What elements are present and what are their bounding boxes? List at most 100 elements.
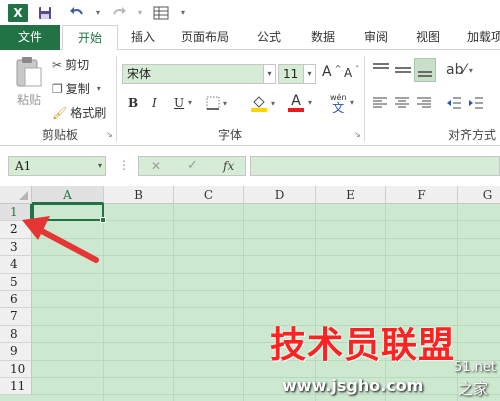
font-color-button[interactable]: A bbox=[288, 94, 304, 112]
decrease-indent-button[interactable] bbox=[446, 96, 462, 110]
redo-icon bbox=[113, 6, 126, 14]
cancel-button[interactable]: ✕ bbox=[151, 159, 161, 173]
row-header-9[interactable]: 9 bbox=[0, 343, 32, 361]
row-header-8[interactable]: 8 bbox=[0, 325, 32, 344]
underline-dropdown[interactable]: ▾ bbox=[188, 98, 192, 107]
align-left-icon bbox=[373, 97, 387, 108]
column-header-d[interactable]: D bbox=[244, 186, 316, 204]
ribbon-tabs: 文件 开始 插入 页面布局 公式 数据 审阅 视图 加载项 bbox=[0, 25, 500, 51]
phonetic-guide-button[interactable]: wén 文 bbox=[330, 92, 347, 114]
redo-dropdown[interactable]: ▾ bbox=[134, 0, 146, 25]
ribbon-panel: 粘贴 ✂ 剪切 ❐ 复制 ▾ 🖌 格式刷 剪贴板 ↘ 宋体 ▾ 11 ▾ A ^ … bbox=[0, 50, 500, 146]
caret-down-icon: ˇ bbox=[355, 64, 360, 74]
format-painter-label: 格式刷 bbox=[70, 106, 107, 120]
column-header-e[interactable]: E bbox=[316, 186, 386, 204]
align-left-button[interactable] bbox=[372, 96, 388, 110]
row-header-11[interactable]: 11 bbox=[0, 378, 32, 396]
align-top-icon bbox=[373, 63, 389, 69]
undo-dropdown[interactable]: ▾ bbox=[92, 0, 104, 25]
shrink-font-label: A bbox=[344, 66, 353, 80]
grid-row-line bbox=[32, 307, 500, 309]
paste-button[interactable]: 粘贴 bbox=[12, 56, 46, 118]
align-top-button[interactable] bbox=[372, 62, 390, 78]
form-button[interactable] bbox=[146, 0, 176, 25]
grid-column-line bbox=[385, 204, 386, 401]
undo-button[interactable] bbox=[62, 0, 92, 25]
chevron-down-icon: ▾ bbox=[271, 98, 276, 108]
enter-button[interactable]: ✓ bbox=[187, 158, 198, 173]
fill-bucket-icon bbox=[251, 96, 267, 112]
tab-file[interactable]: 文件 bbox=[0, 25, 60, 50]
splitter-handle-icon[interactable]: ⋮ bbox=[118, 158, 130, 172]
row-header-7[interactable]: 7 bbox=[0, 308, 32, 326]
row-header-6[interactable]: 6 bbox=[0, 291, 32, 309]
increase-indent-icon bbox=[469, 97, 483, 109]
increase-font-size-button[interactable]: A ^ bbox=[322, 63, 342, 81]
chevron-down-icon[interactable]: ▾ bbox=[263, 65, 275, 83]
align-middle-button[interactable] bbox=[394, 62, 412, 78]
bold-button[interactable]: B bbox=[128, 96, 138, 110]
italic-button[interactable]: I bbox=[152, 96, 157, 110]
grid-column-line bbox=[173, 204, 174, 401]
borders-button[interactable]: ▾ bbox=[206, 96, 227, 110]
alignment-group-label: 对齐方式 bbox=[448, 128, 497, 142]
tab-addins[interactable]: 加载项 bbox=[460, 25, 500, 50]
insert-function-button[interactable]: fx bbox=[223, 159, 234, 173]
cut-button[interactable]: ✂ 剪切 bbox=[52, 56, 89, 73]
align-bottom-button[interactable] bbox=[414, 58, 436, 82]
align-right-button[interactable] bbox=[416, 96, 432, 110]
clipboard-dialog-launcher-icon[interactable]: ↘ bbox=[106, 130, 113, 139]
format-painter-icon: 🖌 bbox=[52, 105, 68, 120]
copy-button[interactable]: ❐ 复制 ▾ bbox=[52, 80, 101, 97]
tab-view[interactable]: 视图 bbox=[407, 25, 449, 50]
tab-page-layout[interactable]: 页面布局 bbox=[172, 25, 238, 50]
grid-row-line bbox=[32, 290, 500, 291]
phonetic-sub-label: 文 bbox=[332, 101, 345, 115]
formula-input[interactable] bbox=[250, 156, 500, 176]
font-size-combo[interactable]: 11 ▾ bbox=[278, 64, 316, 84]
font-group-label: 字体 bbox=[217, 128, 242, 142]
copy-dropdown-arrow[interactable]: ▾ bbox=[97, 84, 101, 93]
paste-icon bbox=[16, 57, 42, 87]
tab-formulas[interactable]: 公式 bbox=[248, 25, 290, 50]
grid-column-line bbox=[315, 204, 316, 401]
chevron-down-icon[interactable]: ▾ bbox=[98, 157, 102, 175]
redo-button[interactable] bbox=[104, 0, 134, 25]
formula-bar: A1 ▾ ⋮ ✕ ✓ fx bbox=[0, 146, 500, 186]
column-header-g[interactable]: G bbox=[458, 186, 500, 204]
watermark-extra: 51.net bbox=[454, 360, 497, 375]
font-name-combo[interactable]: 宋体 ▾ bbox=[122, 64, 276, 84]
formula-buttons: ✕ ✓ fx bbox=[138, 156, 246, 176]
grid-row-line bbox=[32, 394, 500, 396]
tab-review[interactable]: 审阅 bbox=[355, 25, 397, 50]
tab-home[interactable]: 开始 bbox=[62, 25, 118, 51]
grid-row-line bbox=[32, 377, 500, 378]
save-button[interactable] bbox=[28, 0, 62, 25]
decrease-indent-icon bbox=[447, 97, 461, 109]
align-middle-icon bbox=[395, 67, 411, 73]
orientation-button[interactable]: ab⁄ ▾ bbox=[446, 62, 473, 78]
row-header-10[interactable]: 10 bbox=[0, 360, 32, 378]
format-painter-button[interactable]: 🖌 格式刷 bbox=[52, 104, 106, 121]
name-box[interactable]: A1 ▾ bbox=[8, 156, 106, 176]
decrease-font-size-button[interactable]: Aˇ bbox=[344, 64, 360, 81]
tab-data[interactable]: 数据 bbox=[302, 25, 344, 50]
font-color-swatch bbox=[288, 108, 304, 112]
fill-color-button[interactable]: ▾ bbox=[250, 94, 275, 112]
phonetic-dropdown[interactable]: ▾ bbox=[350, 98, 354, 107]
column-header-c[interactable]: C bbox=[174, 186, 244, 204]
font-dialog-launcher-icon[interactable]: ↘ bbox=[354, 130, 361, 139]
font-color-label: A bbox=[291, 93, 301, 109]
watermark-site: www.jsgho.com bbox=[282, 376, 424, 395]
align-center-button[interactable] bbox=[394, 96, 410, 110]
group-divider bbox=[364, 56, 365, 142]
column-header-f[interactable]: F bbox=[386, 186, 458, 204]
increase-indent-button[interactable] bbox=[468, 96, 484, 110]
font-color-dropdown[interactable]: ▾ bbox=[308, 98, 312, 107]
underline-button[interactable]: U bbox=[174, 96, 184, 110]
customize-qat-dropdown[interactable]: ▾ bbox=[176, 0, 190, 25]
chevron-down-icon[interactable]: ▾ bbox=[303, 65, 315, 83]
tab-insert[interactable]: 插入 bbox=[122, 25, 164, 50]
caret-up-icon: ^ bbox=[334, 63, 342, 73]
row-header-5[interactable]: 5 bbox=[0, 273, 32, 291]
